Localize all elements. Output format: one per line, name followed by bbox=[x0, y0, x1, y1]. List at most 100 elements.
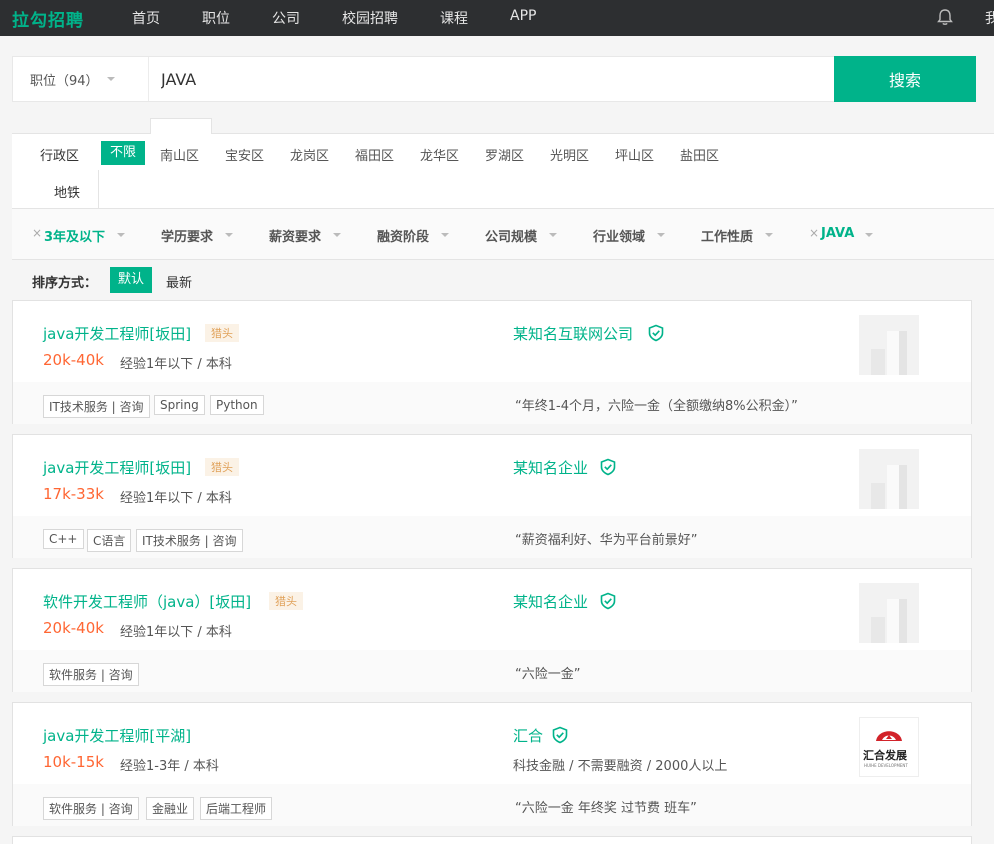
condition-funding[interactable]: 融资阶段 bbox=[377, 226, 429, 245]
nav-link-courses[interactable]: 课程 bbox=[440, 8, 468, 28]
salary: 20k-40k bbox=[43, 619, 104, 637]
job-benefit: “年终1-4个月，六险一金（全额缴纳8%公积金）” bbox=[515, 399, 798, 414]
job-card[interactable]: java开发工程师[平湖] 10k-15k 经验1-3年 / 本科 汇合 科技金… bbox=[12, 702, 972, 826]
district-item-guangming[interactable]: 光明区 bbox=[550, 145, 589, 164]
requirements: 经验1年以下 / 本科 bbox=[120, 625, 232, 640]
district-item-longhua[interactable]: 龙华区 bbox=[420, 145, 459, 164]
chevron-down-icon bbox=[765, 233, 773, 237]
company-industry: 科技金融 / 不需要融资 / 2000人以上 bbox=[513, 759, 728, 774]
remove-filter-icon[interactable]: × bbox=[809, 226, 819, 240]
district-item-longgang[interactable]: 龙岗区 bbox=[290, 145, 329, 164]
bell-icon[interactable] bbox=[935, 7, 955, 27]
metro-link[interactable]: 地铁 bbox=[54, 182, 80, 201]
condition-industry[interactable]: 行业领域 bbox=[593, 226, 645, 245]
chevron-down-icon bbox=[225, 233, 233, 237]
job-title[interactable]: java开发工程师[平湖] bbox=[43, 725, 191, 746]
hunter-badge: 猎头 bbox=[269, 592, 303, 610]
district-item-nanshan[interactable]: 南山区 bbox=[160, 145, 199, 164]
logo-text: 汇合发展 bbox=[863, 749, 907, 762]
remove-filter-icon[interactable]: × bbox=[32, 226, 42, 240]
job-card[interactable]: java开发工程师[坂田] 猎头 17k-33k 经验1年以下 / 本科 某知名… bbox=[12, 434, 972, 558]
chevron-down-icon bbox=[657, 233, 665, 237]
job-benefit: “六险一金 年终奖 过节费 班车” bbox=[515, 801, 697, 816]
verified-shield-icon bbox=[552, 726, 568, 744]
district-label: 行政区 bbox=[40, 149, 80, 164]
nav-link-companies[interactable]: 公司 bbox=[272, 8, 300, 28]
salary: 10k-15k bbox=[43, 753, 104, 771]
district-item-pingshan[interactable]: 坪山区 bbox=[615, 145, 654, 164]
condition-experience[interactable]: 3年及以下 bbox=[44, 226, 105, 245]
requirements: 经验1-3年 / 本科 bbox=[120, 759, 219, 774]
chevron-down-icon bbox=[117, 233, 125, 237]
job-tag[interactable]: Spring bbox=[154, 395, 205, 415]
search-bar: 职位（94） 搜索 bbox=[12, 56, 976, 102]
company-logo[interactable] bbox=[859, 449, 919, 509]
job-tag[interactable]: 软件服务 | 咨询 bbox=[43, 663, 139, 686]
district-item-yantian[interactable]: 盐田区 bbox=[680, 145, 719, 164]
condition-job-type[interactable]: 工作性质 bbox=[701, 226, 753, 245]
condition-keyword[interactable]: JAVA bbox=[821, 226, 854, 241]
condition-salary[interactable]: 薪资要求 bbox=[269, 226, 321, 245]
search-type-dropdown[interactable]: 职位（94） bbox=[13, 57, 149, 101]
chevron-down-icon bbox=[333, 233, 341, 237]
company-logo[interactable] bbox=[859, 315, 919, 375]
district-item-baoan[interactable]: 宝安区 bbox=[225, 145, 264, 164]
requirements: 经验1年以下 / 本科 bbox=[120, 357, 232, 372]
job-title[interactable]: 软件开发工程师（java）[坂田] bbox=[43, 591, 251, 612]
hunter-badge: 猎头 bbox=[205, 458, 239, 476]
site-logo[interactable]: 拉勾招聘 bbox=[12, 6, 84, 31]
verified-shield-icon bbox=[600, 592, 616, 610]
search-input[interactable] bbox=[161, 65, 821, 93]
job-title[interactable]: java开发工程师[坂田] bbox=[43, 457, 191, 478]
logo-subtext: HUIHE DEVELOPMENT bbox=[864, 763, 908, 768]
district-item-luohu[interactable]: 罗湖区 bbox=[485, 145, 524, 164]
building-placeholder-icon bbox=[871, 465, 907, 509]
chevron-down-icon bbox=[549, 233, 557, 237]
nav-link-home[interactable]: 首页 bbox=[132, 8, 160, 28]
chevron-down-icon bbox=[865, 233, 873, 237]
sort-default-button[interactable]: 默认 bbox=[110, 267, 152, 293]
company-logo[interactable]: 汇合发展 HUIHE DEVELOPMENT bbox=[859, 717, 919, 777]
company-name[interactable]: 某知名企业 bbox=[513, 457, 588, 478]
salary: 20k-40k bbox=[43, 351, 104, 369]
user-menu[interactable]: 我 bbox=[985, 8, 994, 28]
filter-tab bbox=[150, 118, 212, 134]
sort-label: 排序方式： bbox=[32, 276, 98, 291]
company-name[interactable]: 某知名企业 bbox=[513, 591, 588, 612]
requirements: 经验1年以下 / 本科 bbox=[120, 491, 232, 506]
verified-shield-icon bbox=[600, 458, 616, 476]
company-logo[interactable] bbox=[859, 583, 919, 643]
job-tag[interactable]: IT技术服务 | 咨询 bbox=[136, 529, 243, 552]
condition-size[interactable]: 公司规模 bbox=[485, 226, 537, 245]
verified-shield-icon bbox=[648, 324, 664, 342]
chevron-down-icon bbox=[107, 77, 115, 81]
district-item-futian[interactable]: 福田区 bbox=[355, 145, 394, 164]
condition-education[interactable]: 学历要求 bbox=[161, 226, 213, 245]
job-card-next bbox=[12, 836, 972, 844]
building-placeholder-icon bbox=[871, 599, 907, 643]
hunter-badge: 猎头 bbox=[205, 324, 239, 342]
company-name[interactable]: 某知名互联网公司 bbox=[513, 323, 633, 344]
job-tag[interactable]: C语言 bbox=[87, 529, 132, 552]
job-title[interactable]: java开发工程师[坂田] bbox=[43, 323, 191, 344]
job-benefit: “六险一金” bbox=[515, 667, 581, 682]
job-tag[interactable]: 后端工程师 bbox=[200, 797, 273, 820]
nav-link-app[interactable]: APP bbox=[510, 8, 536, 24]
sort-newest-button[interactable]: 最新 bbox=[166, 272, 192, 291]
job-card[interactable]: java开发工程师[坂田] 猎头 20k-40k 经验1年以下 / 本科 某知名… bbox=[12, 300, 972, 424]
company-name[interactable]: 汇合 bbox=[513, 725, 543, 746]
job-tag[interactable]: Python bbox=[210, 395, 264, 415]
job-card[interactable]: 软件开发工程师（java）[坂田] 猎头 20k-40k 经验1年以下 / 本科… bbox=[12, 568, 972, 692]
job-tag[interactable]: 金融业 bbox=[146, 797, 195, 820]
salary: 17k-33k bbox=[43, 485, 104, 503]
chevron-down-icon bbox=[441, 233, 449, 237]
nav-link-jobs[interactable]: 职位 bbox=[202, 8, 230, 28]
search-button[interactable]: 搜索 bbox=[834, 56, 976, 102]
job-tag[interactable]: IT技术服务 | 咨询 bbox=[43, 395, 150, 418]
job-tag[interactable]: C++ bbox=[43, 529, 84, 549]
nav-link-campus[interactable]: 校园招聘 bbox=[342, 8, 398, 28]
district-item-all[interactable]: 不限 bbox=[101, 141, 145, 165]
job-tag[interactable]: 软件服务 | 咨询 bbox=[43, 797, 139, 820]
search-type-label: 职位（94） bbox=[30, 74, 99, 89]
top-nav: 拉勾招聘 首页 职位 公司 校园招聘 课程 APP 我 bbox=[0, 0, 994, 36]
